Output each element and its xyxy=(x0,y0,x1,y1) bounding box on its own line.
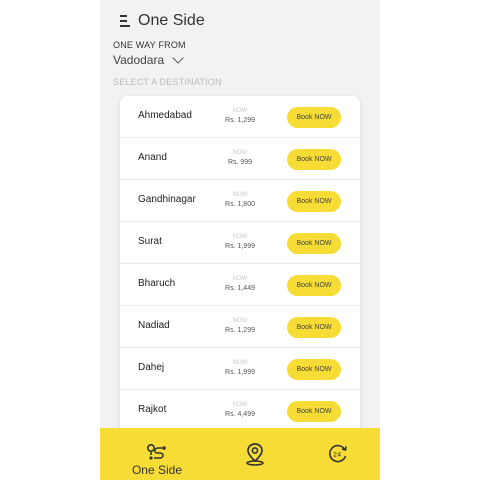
price-now-label: NOW xyxy=(232,108,248,114)
destination-row: Ahmedabad NOW Rs. 1,299 Book NOW xyxy=(120,96,360,138)
price-value: Rs. 1,999 xyxy=(225,243,255,250)
chevron-down-icon xyxy=(172,52,184,64)
destination-city: Dahej xyxy=(138,362,165,373)
book-now-button[interactable]: Book NOW xyxy=(287,401,341,422)
book-now-button[interactable]: Book NOW xyxy=(287,317,341,338)
book-now-button[interactable]: Book NOW xyxy=(287,191,341,212)
price-now-label: NOW xyxy=(232,276,248,282)
price-value: Rs. 4,499 xyxy=(225,411,255,418)
destination-city: Rajkot xyxy=(138,404,167,415)
destination-city: Nadiad xyxy=(138,320,170,331)
price-block: NOW Rs. 1,449 xyxy=(212,275,268,295)
page-title: One Side xyxy=(138,12,205,29)
location-pin-icon xyxy=(246,443,264,466)
price-now-label: NOW xyxy=(232,318,248,324)
price-block: NOW Rs. 1,999 xyxy=(212,233,268,253)
price-block: NOW Rs. 1,299 xyxy=(212,317,268,337)
destination-row: Anand NOW Rs. 999 Book NOW xyxy=(120,138,360,180)
price-now-label: NOW xyxy=(232,234,248,240)
bottom-navigation: One Side 24 xyxy=(100,428,380,480)
price-value: Rs. 1,449 xyxy=(225,285,255,292)
price-now-label: NOW xyxy=(232,360,248,366)
price-now-label: NOW xyxy=(232,402,248,408)
svg-text:24: 24 xyxy=(333,451,341,459)
price-value: Rs. 1,299 xyxy=(225,117,255,124)
book-now-button[interactable]: Book NOW xyxy=(287,275,341,296)
book-now-button[interactable]: Book NOW xyxy=(287,149,341,170)
destination-city: Anand xyxy=(138,152,167,163)
menu-icon[interactable] xyxy=(120,15,130,27)
price-value: Rs. 1,299 xyxy=(225,327,255,334)
destination-row: Dahej NOW Rs. 1,999 Book NOW xyxy=(120,348,360,390)
destination-row: Nadiad NOW Rs. 1,299 Book NOW xyxy=(120,306,360,348)
from-label: ONE WAY FROM xyxy=(113,40,186,50)
destination-row: Bharuch NOW Rs. 1,449 Book NOW xyxy=(120,264,360,306)
price-block: NOW Rs. 1,800 xyxy=(212,191,268,211)
book-now-button[interactable]: Book NOW xyxy=(287,359,341,380)
history-icon: 24 xyxy=(329,444,347,463)
destination-label: SELECT A DESTINATION xyxy=(113,77,222,87)
nav-item-location[interactable] xyxy=(240,428,270,480)
destination-list: Ahmedabad NOW Rs. 1,299 Book NOW Anand N… xyxy=(120,96,360,436)
nav-item-history[interactable]: 24 xyxy=(323,428,353,480)
destination-city: Bharuch xyxy=(138,278,176,289)
price-value: Rs. 1,800 xyxy=(225,201,255,208)
price-now-label: NOW xyxy=(232,192,248,198)
price-block: NOW Rs. 1,999 xyxy=(212,359,268,379)
price-value: Rs. 999 xyxy=(227,159,253,166)
price-now-label: NOW xyxy=(232,150,248,156)
nav-label-one-side: One Side xyxy=(131,463,183,477)
price-value: Rs. 1,999 xyxy=(225,369,255,376)
price-block: NOW Rs. 4,499 xyxy=(212,401,268,421)
price-block: NOW Rs. 999 xyxy=(212,149,268,169)
destination-row: Rajkot NOW Rs. 4,499 Book NOW xyxy=(120,390,360,432)
book-now-button[interactable]: Book NOW xyxy=(287,233,341,254)
origin-city-select[interactable]: Vadodara xyxy=(113,52,184,67)
app-screen: One Side ONE WAY FROM Vadodara SELECT A … xyxy=(100,0,380,480)
destination-row: Surat NOW Rs. 1,999 Book NOW xyxy=(120,222,360,264)
route-icon xyxy=(146,443,166,460)
destination-city: Gandhinagar xyxy=(138,194,196,205)
price-block: NOW Rs. 1,299 xyxy=(212,107,268,127)
book-now-button[interactable]: Book NOW xyxy=(287,107,341,128)
destination-row: Gandhinagar NOW Rs. 1,800 Book NOW xyxy=(120,180,360,222)
destination-city: Surat xyxy=(138,236,162,247)
origin-city-value: Vadodara xyxy=(113,53,165,67)
destination-city: Ahmedabad xyxy=(138,110,192,121)
app-header: One Side xyxy=(120,10,205,32)
nav-item-one-side[interactable]: One Side xyxy=(122,428,192,480)
